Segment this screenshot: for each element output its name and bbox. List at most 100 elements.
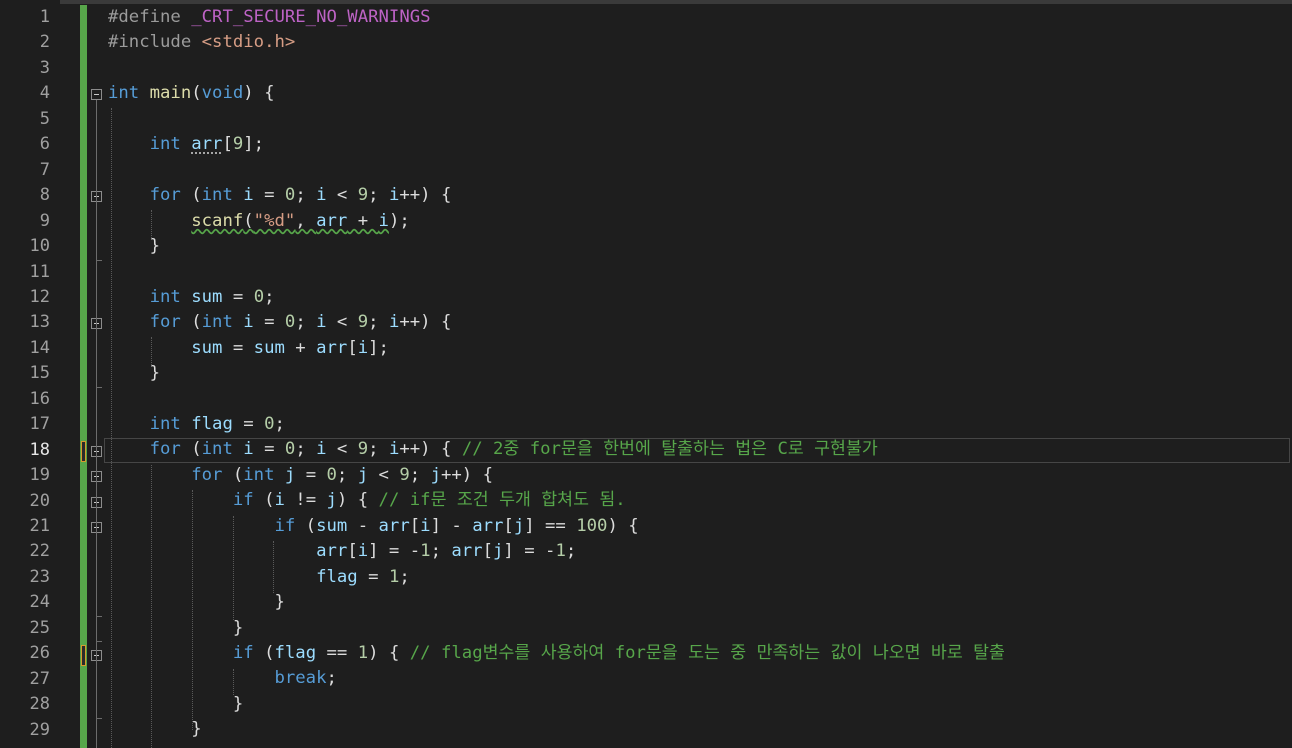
code-token: 100 <box>576 515 608 536</box>
code-token: j <box>430 464 441 485</box>
code-line[interactable]: int arr[9]; <box>108 132 1288 157</box>
code-line[interactable]: break; <box>108 666 1288 691</box>
code-token: j <box>513 515 525 536</box>
line-number: 7 <box>39 159 50 180</box>
code-line[interactable]: for (int i = 0; i < 9; i++) { <box>108 310 1288 335</box>
code-token: void <box>201 83 244 104</box>
code-token: < <box>368 464 400 485</box>
code-token: 1 <box>357 642 369 663</box>
code-token: arr <box>378 515 410 536</box>
code-token: ) { <box>368 642 410 663</box>
code-token: sum <box>191 286 223 307</box>
code-line[interactable]: } <box>108 692 1288 717</box>
code-line[interactable] <box>108 56 1288 81</box>
code-line[interactable]: } <box>108 234 1288 259</box>
outline-line <box>96 100 97 748</box>
line-number: 26 <box>29 643 50 664</box>
line-number: 3 <box>39 57 50 78</box>
code-token: ; <box>565 541 577 562</box>
code-token: = <box>222 337 254 358</box>
code-line[interactable]: for (int j = 0; j < 9; j++) { <box>108 463 1288 488</box>
code-token: #define <box>108 7 192 27</box>
code-token: // if문 조건 두개 합쳐도 됨. <box>378 490 626 511</box>
code-token: arr <box>316 337 348 358</box>
code-token: ) { <box>243 83 275 104</box>
code-token: 9 <box>357 439 369 460</box>
line-number: 27 <box>29 668 50 689</box>
code-line[interactable]: } <box>108 616 1288 641</box>
code-token: ; <box>368 439 389 460</box>
code-line[interactable]: } <box>108 590 1288 615</box>
line-number: 28 <box>29 694 50 715</box>
code-token: = <box>222 286 254 307</box>
outline-end <box>96 387 102 388</box>
code-token: int <box>149 286 181 307</box>
code-token: ++) { <box>399 312 452 333</box>
code-token: 9 <box>357 312 369 333</box>
code-line[interactable]: sum = sum + arr[i]; <box>108 336 1288 361</box>
code-line[interactable]: arr[i] = -1; arr[j] = -1; <box>108 539 1288 564</box>
code-line[interactable]: } <box>108 717 1288 742</box>
code-token: break <box>274 668 327 689</box>
code-token: 0 <box>284 312 296 333</box>
line-number: 8 <box>39 185 50 206</box>
line-number: 29 <box>29 719 50 740</box>
code-token: int <box>201 312 233 333</box>
code-token: = <box>295 464 327 485</box>
code-token: < <box>326 185 358 206</box>
code-line[interactable]: int main(void) { <box>108 81 1288 106</box>
code-token: [ <box>347 541 358 562</box>
code-line[interactable]: for (int i = 0; i < 9; i++) { <box>108 183 1288 208</box>
code-token: int <box>149 134 181 155</box>
code-token: ; <box>430 541 452 562</box>
code-line[interactable]: } <box>108 361 1288 386</box>
code-line[interactable]: if (i != j) { // if문 조건 두개 합쳐도 됨. <box>108 488 1288 513</box>
code-line[interactable]: for (int i = 0; i < 9; i++) { // 2중 for문… <box>108 437 1288 462</box>
code-token: if <box>274 515 296 536</box>
code-token: 1 <box>420 541 431 562</box>
code-line[interactable]: if (flag == 1) { // flag변수를 사용하여 for문을 도… <box>108 641 1288 666</box>
code-token: ( <box>180 185 202 206</box>
code-token: 1 <box>388 566 400 587</box>
line-number: 10 <box>29 236 50 257</box>
code-line[interactable] <box>108 259 1288 284</box>
code-line[interactable] <box>108 158 1288 183</box>
code-token: i <box>420 515 431 536</box>
code-line[interactable]: scanf("%d", arr + i); <box>108 209 1288 234</box>
line-number: 14 <box>29 337 50 358</box>
line-number: 15 <box>29 363 50 384</box>
code-editor[interactable]: #define _CRT_SECURE_NO_WARNINGS #include … <box>108 5 1288 743</box>
code-token: = <box>253 312 285 333</box>
code-token: + <box>284 337 317 358</box>
code-token: 9 <box>357 185 369 206</box>
code-line[interactable]: #define _CRT_SECURE_NO_WARNINGS <box>108 5 1288 30</box>
code-line[interactable] <box>108 107 1288 132</box>
code-line[interactable]: if (sum - arr[i] - arr[j] == 100) { <box>108 514 1288 539</box>
code-token: ++) { <box>399 439 462 460</box>
code-token: arr <box>316 210 348 231</box>
outline-end <box>96 616 102 617</box>
code-line[interactable] <box>108 387 1288 412</box>
code-token: ; <box>264 286 275 307</box>
fold-toggle-icon[interactable] <box>91 89 102 100</box>
code-token: i <box>388 312 400 333</box>
code-token: } <box>108 693 244 714</box>
code-token: i <box>316 439 327 460</box>
code-token: j <box>326 490 337 511</box>
code-line[interactable]: int flag = 0; <box>108 412 1288 437</box>
code-token: ; <box>274 414 285 434</box>
code-token: sum <box>316 515 348 536</box>
code-line[interactable]: flag = 1; <box>108 565 1288 590</box>
code-line[interactable]: int sum = 0; <box>108 285 1288 310</box>
code-token: [ <box>482 541 493 562</box>
code-token: [ <box>503 515 514 536</box>
code-line[interactable]: #include <stdio.h> <box>108 30 1288 55</box>
outline-end <box>96 260 102 261</box>
